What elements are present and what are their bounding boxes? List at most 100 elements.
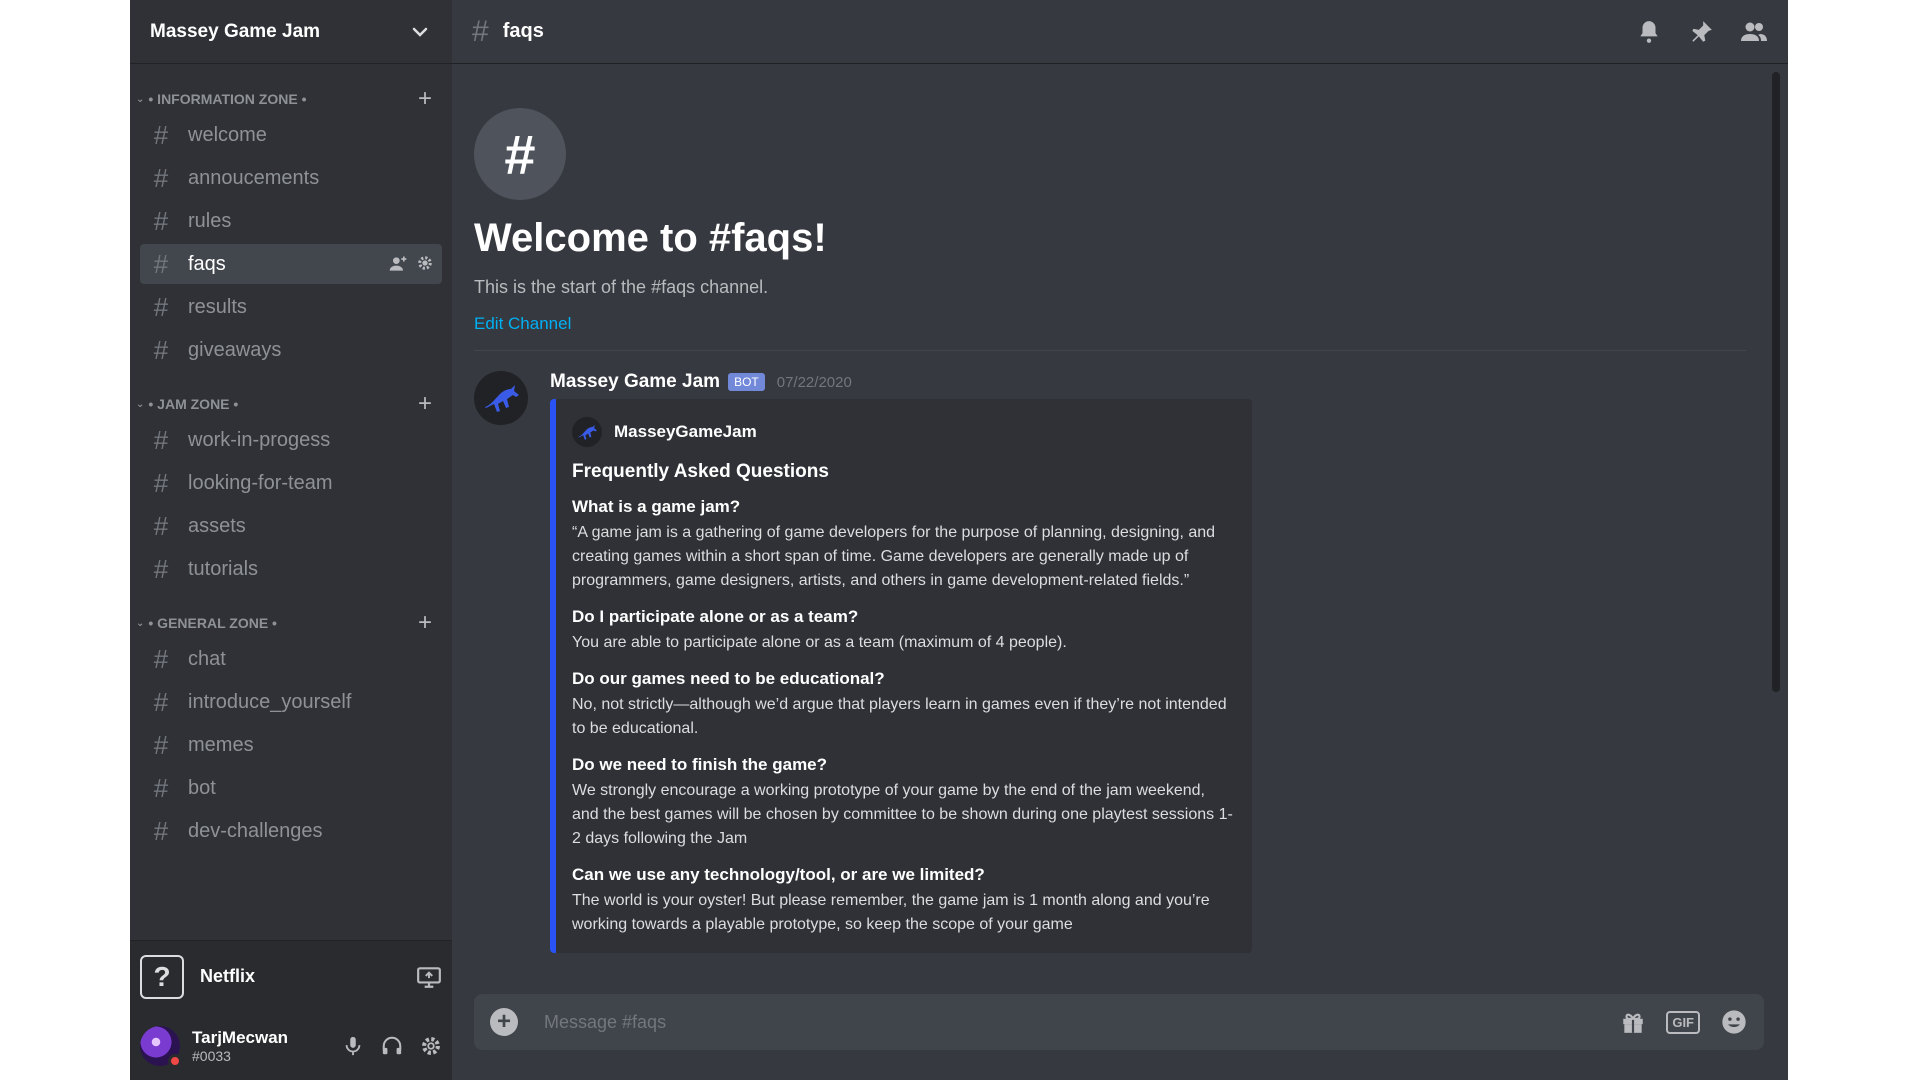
- hash-icon: #: [153, 335, 169, 365]
- welcome-subtitle: This is the start of the #faqs channel.: [474, 277, 769, 297]
- category-jam-zone[interactable]: ⌄ • JAM ZONE • +: [130, 391, 452, 417]
- channel-label: looking-for-team: [188, 471, 333, 494]
- invite-icon[interactable]: [388, 254, 408, 274]
- welcome-title: Welcome to #faqs!: [474, 216, 827, 260]
- channel-label: welcome: [188, 123, 267, 146]
- hash-icon: #: [153, 773, 169, 803]
- edit-channel-link[interactable]: Edit Channel: [474, 314, 571, 334]
- channel-title: faqs: [502, 20, 544, 42]
- chevron-down-icon[interactable]: [408, 20, 432, 44]
- embed-author-name: MasseyGameJam: [614, 422, 757, 441]
- hash-icon: #: [153, 511, 169, 541]
- channel-faqs[interactable]: # faqs: [140, 244, 442, 284]
- gif-button[interactable]: GIF: [1666, 1010, 1700, 1034]
- channel-memes[interactable]: # memes: [140, 725, 442, 765]
- hash-icon: #: [153, 468, 169, 498]
- hash-icon: #: [153, 206, 169, 236]
- channel-bot[interactable]: # bot: [140, 768, 442, 808]
- faq-question: Do I participate alone or as a team?: [572, 607, 859, 626]
- channel-label: giveaways: [188, 338, 282, 361]
- channel-label: chat: [188, 647, 226, 670]
- add-attachment-icon[interactable]: +: [490, 1008, 518, 1036]
- game-icon: ?: [140, 954, 184, 999]
- channel-assets[interactable]: # assets: [140, 506, 442, 546]
- category-label: • GENERAL ZONE •: [148, 615, 277, 631]
- message: Massey Game Jam BOT 07/22/2020 MasseyGam…: [474, 371, 1768, 953]
- hash-icon: #: [153, 292, 169, 322]
- channel-label: tutorials: [188, 557, 259, 580]
- faq-question: Do we need to finish the game?: [572, 755, 828, 774]
- channel-label: results: [188, 295, 247, 318]
- channel-rules[interactable]: # rules: [140, 201, 442, 241]
- add-channel-icon[interactable]: +: [418, 87, 432, 111]
- embed-title: Frequently Asked Questions: [572, 461, 829, 482]
- channel-label: assets: [188, 514, 246, 537]
- hash-icon: #: [153, 554, 169, 584]
- pin-icon[interactable]: [1688, 19, 1714, 45]
- hash-icon: #: [153, 249, 169, 279]
- hash-icon: #: [153, 644, 169, 674]
- discord-app: Massey Game Jam ⌄ • INFORMATION ZONE • + …: [130, 0, 1788, 1080]
- message-input[interactable]: Message #faqs: [544, 1012, 1620, 1033]
- add-channel-icon[interactable]: +: [418, 611, 432, 635]
- gear-icon[interactable]: [420, 1035, 442, 1057]
- category-label: • INFORMATION ZONE •: [148, 91, 307, 107]
- channel-results[interactable]: # results: [140, 287, 442, 327]
- category-information-zone[interactable]: ⌄ • INFORMATION ZONE • +: [130, 86, 452, 112]
- faq-embed: MasseyGameJam Frequently Asked Questions…: [550, 399, 1252, 953]
- screen-share-icon[interactable]: [416, 964, 442, 990]
- gear-icon[interactable]: [416, 254, 434, 274]
- gift-icon[interactable]: [1620, 1009, 1646, 1035]
- status-dnd-icon: [168, 1054, 182, 1068]
- bot-badge: BOT: [728, 373, 765, 391]
- channel-tutorials[interactable]: # tutorials: [140, 549, 442, 589]
- faq-answer: The world is your oyster! But please rem…: [572, 892, 1210, 933]
- faq-question: Do our games need to be educational?: [572, 669, 885, 688]
- channel-label: faqs: [188, 252, 226, 275]
- emoji-icon[interactable]: [1720, 1008, 1748, 1036]
- channel-introduce-yourself[interactable]: # introduce_yourself: [140, 682, 442, 722]
- channel-label: rules: [188, 209, 232, 232]
- headphones-icon[interactable]: [380, 1035, 404, 1057]
- hash-icon: #: [153, 816, 169, 846]
- chevron-down-icon: ⌄: [136, 617, 145, 629]
- message-composer: + Message #faqs GIF: [474, 994, 1764, 1050]
- user-tag: #0033: [192, 1048, 231, 1064]
- divider: [474, 350, 1746, 351]
- scrollbar[interactable]: [1772, 72, 1780, 692]
- channel-annoucements[interactable]: # annoucements: [140, 158, 442, 198]
- activity-name: Netflix: [200, 966, 256, 986]
- user-name: TarjMecwan: [192, 1028, 289, 1047]
- channel-label: bot: [188, 776, 216, 799]
- channel-chat[interactable]: # chat: [140, 639, 442, 679]
- bot-avatar[interactable]: [474, 371, 528, 425]
- channel-list: ⌄ • INFORMATION ZONE • + # welcome # annouc…: [130, 64, 452, 940]
- channel-welcome[interactable]: # welcome: [140, 115, 442, 155]
- bell-icon[interactable]: [1636, 19, 1662, 45]
- channel-dev-challenges[interactable]: # dev-challenges: [140, 811, 442, 851]
- channel-sidebar: Massey Game Jam ⌄ • INFORMATION ZONE • + …: [130, 0, 452, 1080]
- channel-label: work-in-progess: [188, 428, 331, 451]
- hash-icon: #: [153, 163, 169, 193]
- microphone-icon[interactable]: [342, 1035, 364, 1057]
- message-author[interactable]: Massey Game Jam: [550, 371, 720, 393]
- channel-giveaways[interactable]: # giveaways: [140, 330, 442, 370]
- members-icon[interactable]: [1740, 19, 1768, 45]
- hash-icon: #: [153, 687, 169, 717]
- embed-author: MasseyGameJam: [572, 417, 1234, 447]
- channel-label: memes: [188, 733, 254, 756]
- faq-answer: No, not strictly—although we’d argue tha…: [572, 696, 1227, 737]
- message-scroller: # Welcome to #faqs! This is the start of…: [452, 64, 1788, 994]
- category-general-zone[interactable]: ⌄ • GENERAL ZONE • +: [130, 610, 452, 636]
- user-avatar[interactable]: [140, 1026, 182, 1068]
- add-channel-icon[interactable]: +: [418, 392, 432, 416]
- server-header[interactable]: Massey Game Jam: [130, 0, 452, 64]
- hash-icon: #: [153, 425, 169, 455]
- message-timestamp: 07/22/2020: [776, 373, 852, 391]
- hash-icon: #: [474, 108, 566, 200]
- channel-work-in-progess[interactable]: # work-in-progess: [140, 420, 442, 460]
- faq-answer: “A game jam is a gathering of game devel…: [572, 524, 1216, 589]
- bot-avatar: [572, 417, 602, 447]
- faq-question: What is a game jam?: [572, 497, 741, 516]
- channel-looking-for-team[interactable]: # looking-for-team: [140, 463, 442, 503]
